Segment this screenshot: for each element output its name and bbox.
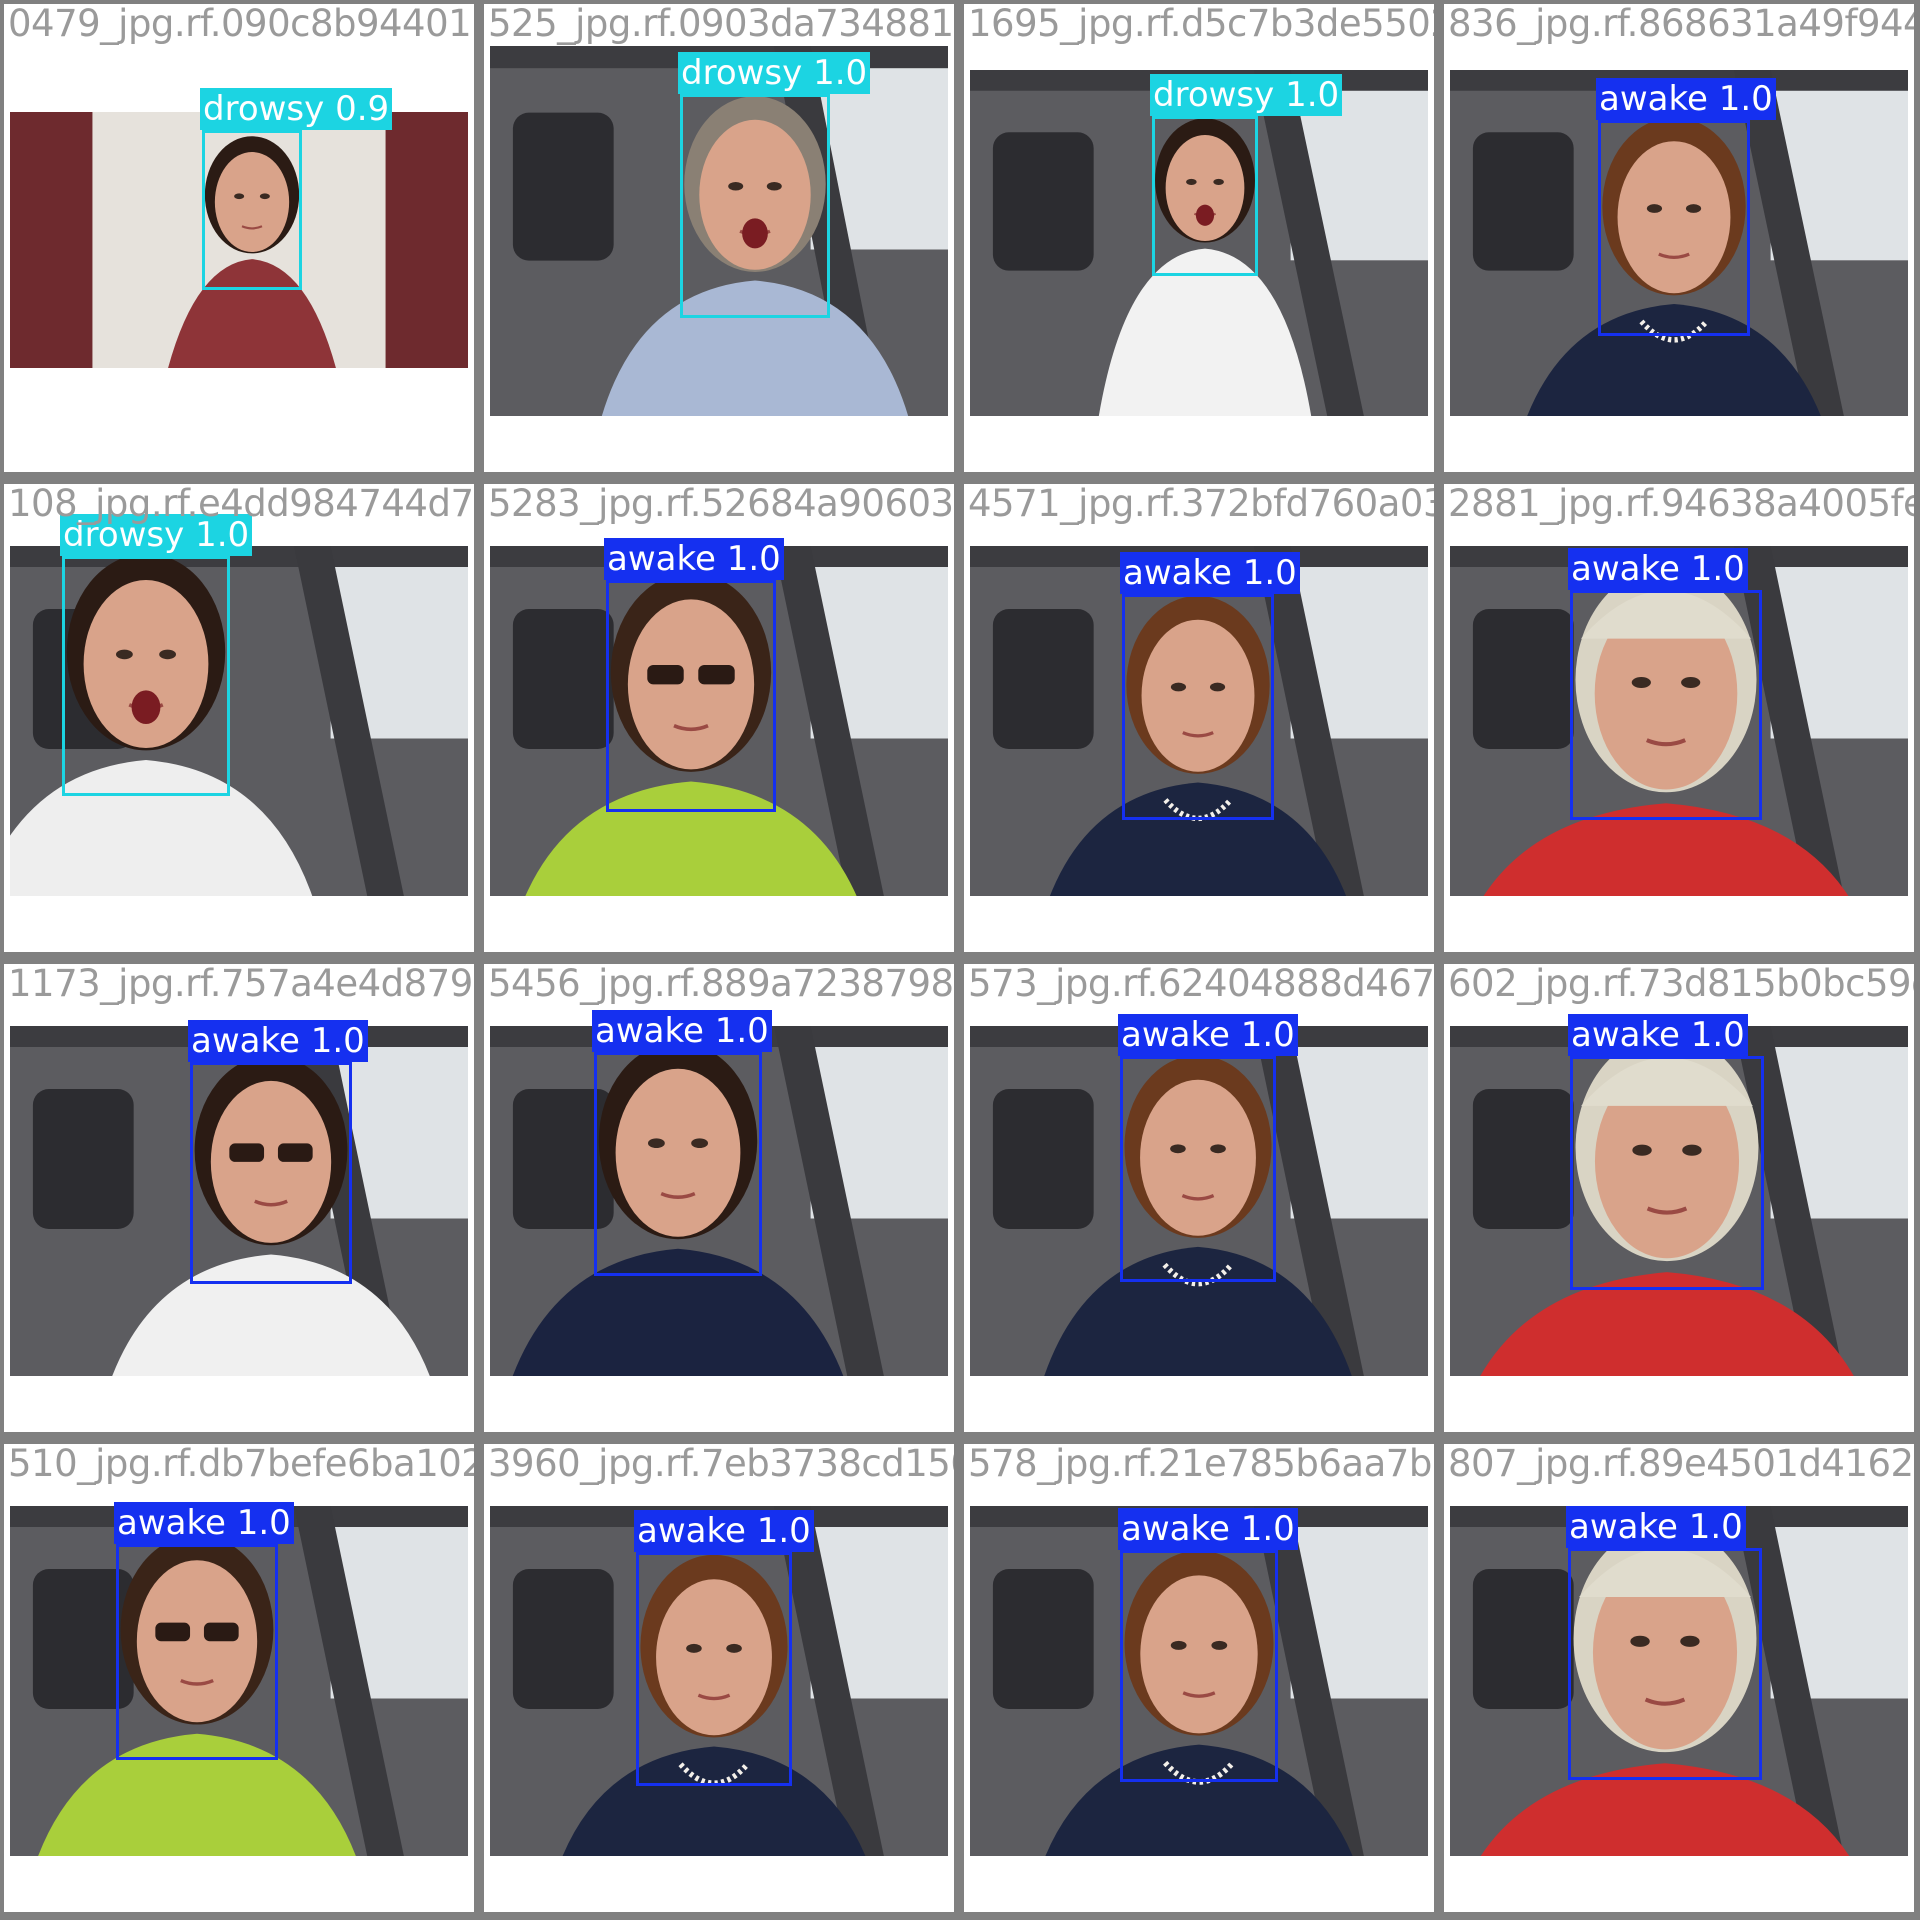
detection-box xyxy=(636,1552,792,1786)
detection-class: awake xyxy=(595,1011,704,1051)
prediction-tile: 602_jpg.rf.73d815b0bc59d133awake 1.0 xyxy=(1444,964,1914,1432)
detection-class: awake xyxy=(1121,1509,1230,1549)
image-filename: 1173_jpg.rf.757a4e4d879cc xyxy=(8,964,474,1005)
detection-class: awake xyxy=(607,539,716,579)
prediction-tile: 5456_jpg.rf.889a7238798730840awake 1.0 xyxy=(484,964,954,1432)
image-filename: 602_jpg.rf.73d815b0bc59d133 xyxy=(1448,964,1914,1005)
detection-box xyxy=(1120,1056,1276,1282)
prediction-tile: 578_jpg.rf.21e785b6aa7b76631awake 1.0 xyxy=(964,1444,1434,1912)
prediction-tile: 108_jpg.rf.e4dd984744d74c drowsy 1.0 xyxy=(4,484,474,952)
detection-label: drowsy 0.9 xyxy=(200,88,393,130)
detection-box xyxy=(594,1052,762,1276)
detection-box xyxy=(62,556,230,796)
detection-class: awake xyxy=(191,1021,300,1061)
detection-box xyxy=(1120,1550,1278,1782)
detection-box xyxy=(680,94,830,318)
detection-label: awake 1.0 xyxy=(592,1010,772,1052)
detection-score: 1.0 xyxy=(726,539,781,579)
detection-score: 1.0 xyxy=(1688,1507,1743,1547)
detection-class: drowsy xyxy=(1153,75,1275,115)
prediction-tile: 836_jpg.rf.868631a49f944d8awake 1.0 xyxy=(1444,4,1914,472)
detection-score: 1.0 xyxy=(756,1511,811,1551)
prediction-tile: 807_jpg.rf.89e4501d4162abawake 1.0 xyxy=(1444,1444,1914,1912)
detection-label: awake 1.0 xyxy=(604,538,784,580)
detection-class: awake xyxy=(1571,1015,1680,1055)
detection-box xyxy=(606,580,776,812)
detection-label: awake 1.0 xyxy=(188,1020,368,1062)
detection-box xyxy=(202,130,302,290)
prediction-tile: 2881_jpg.rf.94638a4005fefb39707awake 1.0 xyxy=(1444,484,1914,952)
image-filename: 525_jpg.rf.0903da734881dc7 xyxy=(488,4,954,45)
detection-score: 1.0 xyxy=(1690,1015,1745,1055)
image-filename: 5456_jpg.rf.889a7238798730840 xyxy=(488,964,954,1005)
detection-label: awake 1.0 xyxy=(114,1502,294,1544)
detection-score: 1.0 xyxy=(1240,1509,1295,1549)
detection-box xyxy=(1122,594,1274,820)
image-filename: 3960_jpg.rf.7eb3738cd1501a36 xyxy=(488,1444,954,1485)
detection-box xyxy=(1570,590,1762,820)
prediction-tile: 1695_jpg.rf.d5c7b3de55022a4drowsy 1.0 xyxy=(964,4,1434,472)
detection-score: 1.0 xyxy=(813,53,868,93)
detection-label: drowsy 1.0 xyxy=(678,52,871,94)
image-filename: 807_jpg.rf.89e4501d4162ab xyxy=(1448,1444,1914,1485)
detection-score: 1.0 xyxy=(1718,79,1773,119)
detection-box xyxy=(1568,1548,1762,1780)
detection-score: 1.0 xyxy=(1285,75,1340,115)
detection-label: awake 1.0 xyxy=(1118,1014,1298,1056)
detection-box xyxy=(1598,120,1750,336)
detection-class: drowsy xyxy=(681,53,803,93)
prediction-tile: 4571_jpg.rf.372bfd760a033bdd4awake 1.0 xyxy=(964,484,1434,952)
prediction-grid: 0479_jpg.rf.090c8b944011d5drowsy 0.9 525… xyxy=(0,0,1920,1920)
detection-label: awake 1.0 xyxy=(1118,1508,1298,1550)
image-filename: 510_jpg.rf.db7befe6ba1022 xyxy=(8,1444,474,1485)
image-filename: 0479_jpg.rf.090c8b944011d5 xyxy=(8,4,474,45)
image-filename: 2881_jpg.rf.94638a4005fefb39707 xyxy=(1448,484,1914,525)
detection-label: awake 1.0 xyxy=(1568,548,1748,590)
prediction-tile: 3960_jpg.rf.7eb3738cd1501a36awake 1.0 xyxy=(484,1444,954,1912)
detection-label: awake 1.0 xyxy=(1596,78,1776,120)
detection-label: awake 1.0 xyxy=(1566,1506,1746,1548)
prediction-tile: 0479_jpg.rf.090c8b944011d5drowsy 0.9 xyxy=(4,4,474,472)
detection-class: awake xyxy=(1123,553,1232,593)
image-filename: 836_jpg.rf.868631a49f944d8 xyxy=(1448,4,1914,45)
detection-box xyxy=(116,1544,278,1760)
detection-class: awake xyxy=(637,1511,746,1551)
image-filename: 1695_jpg.rf.d5c7b3de55022a4 xyxy=(968,4,1434,45)
image-filename: 5283_jpg.rf.52684a90603b521 xyxy=(488,484,954,525)
detection-score: 0.9 xyxy=(335,89,390,129)
detection-class: awake xyxy=(1121,1015,1230,1055)
image-filename: 108_jpg.rf.e4dd984744d74c xyxy=(8,484,474,525)
detection-box xyxy=(190,1062,352,1284)
detection-class: awake xyxy=(1569,1507,1678,1547)
image-filename: 4571_jpg.rf.372bfd760a033bdd4 xyxy=(968,484,1434,525)
image-filename: 578_jpg.rf.21e785b6aa7b76631 xyxy=(968,1444,1434,1485)
prediction-tile: 5283_jpg.rf.52684a90603b521awake 1.0 xyxy=(484,484,954,952)
detection-score: 1.0 xyxy=(1240,1015,1295,1055)
detection-score: 1.0 xyxy=(236,1503,291,1543)
detection-score: 1.0 xyxy=(1690,549,1745,589)
detection-class: awake xyxy=(117,1503,226,1543)
prediction-tile: 1173_jpg.rf.757a4e4d879ccawake 1.0 xyxy=(4,964,474,1432)
detection-score: 1.0 xyxy=(1242,553,1297,593)
detection-label: awake 1.0 xyxy=(634,1510,814,1552)
prediction-tile: 573_jpg.rf.62404888d467aff9eawake 1.0 xyxy=(964,964,1434,1432)
detection-class: awake xyxy=(1571,549,1680,589)
detection-label: drowsy 1.0 xyxy=(1150,74,1343,116)
image-filename: 573_jpg.rf.62404888d467aff9e xyxy=(968,964,1434,1005)
detection-label: awake 1.0 xyxy=(1120,552,1300,594)
detection-score: 1.0 xyxy=(714,1011,769,1051)
prediction-tile: 525_jpg.rf.0903da734881dc7drowsy 1.0 xyxy=(484,4,954,472)
detection-box xyxy=(1570,1056,1764,1290)
detection-class: awake xyxy=(1599,79,1708,119)
detection-score: 1.0 xyxy=(310,1021,365,1061)
prediction-tile: 510_jpg.rf.db7befe6ba1022awake 1.0 xyxy=(4,1444,474,1912)
detection-box xyxy=(1152,116,1258,276)
detection-label: awake 1.0 xyxy=(1568,1014,1748,1056)
detection-class: drowsy xyxy=(203,89,325,129)
